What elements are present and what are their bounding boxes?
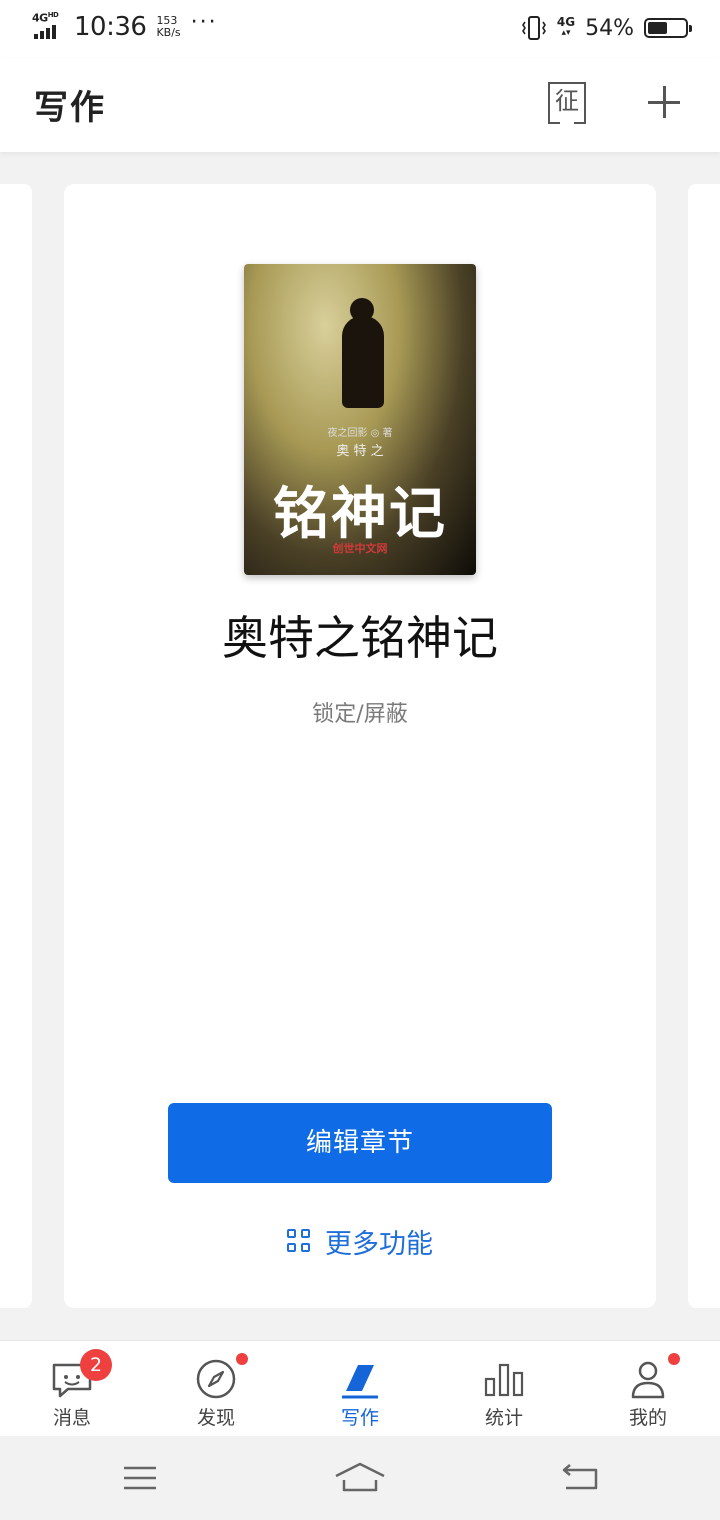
more-functions-label: 更多功能	[325, 1229, 433, 1260]
cover-series: 奥 特 之	[336, 444, 384, 459]
page-title: 写作	[34, 88, 106, 128]
home-icon[interactable]	[334, 1460, 386, 1494]
book-cover[interactable]: 夜之回影 ◎ 著 奥 特 之 铭神记 创世中文网	[244, 264, 476, 575]
app-header: 写作 征	[0, 58, 720, 152]
cover-figure	[342, 298, 384, 408]
discover-dot	[236, 1353, 248, 1365]
cover-publisher: 创世中文网	[332, 542, 388, 555]
previous-book-card[interactable]	[0, 184, 32, 1308]
book-title: 奥特之铭神记	[222, 611, 498, 665]
back-icon[interactable]	[560, 1462, 600, 1492]
battery-icon	[644, 18, 692, 38]
more-functions-link[interactable]: 更多功能	[64, 1222, 656, 1261]
tab-messages[interactable]: 2 消息	[0, 1341, 144, 1437]
menu-icon[interactable]	[122, 1464, 158, 1492]
message-badge: 2	[80, 1349, 112, 1381]
tab-statistics-label: 统计	[484, 1407, 523, 1429]
network-speed: 153 KB/s	[156, 14, 181, 39]
tab-writing[interactable]: 写作	[288, 1341, 432, 1437]
next-book-card[interactable]	[688, 184, 720, 1308]
vibrate-icon	[521, 16, 546, 40]
signal-icon: 4GHD	[32, 11, 64, 41]
tab-messages-label: 消息	[52, 1407, 91, 1429]
clock: 10:36	[74, 12, 147, 42]
bottom-tab-bar: 2 消息 发现 写作 统计 我的	[0, 1340, 720, 1437]
add-icon[interactable]	[648, 86, 680, 118]
contest-icon[interactable]: 征	[548, 82, 586, 124]
mine-dot	[668, 1353, 680, 1365]
cover-title: 铭神记	[273, 481, 447, 547]
tab-mine-label: 我的	[628, 1407, 667, 1429]
compass-icon	[196, 1359, 236, 1399]
tab-mine[interactable]: 我的	[576, 1341, 720, 1437]
cover-author: 夜之回影 ◎ 著	[327, 428, 393, 439]
tab-writing-label: 写作	[340, 1407, 379, 1429]
tab-discover[interactable]: 发现	[144, 1341, 288, 1437]
bar-chart-icon	[484, 1363, 524, 1397]
mobile-data-icon: 4G ▴▾	[556, 15, 576, 38]
battery-percent: 54%	[585, 15, 634, 41]
book-status: 锁定/屏蔽	[312, 702, 408, 727]
grid-icon	[287, 1228, 313, 1255]
more-notifications-icon: ···	[190, 10, 218, 35]
status-bar: 4GHD 10:36 153 KB/s ··· 4G ▴▾ 54%	[0, 0, 720, 58]
tab-statistics[interactable]: 统计	[432, 1341, 576, 1437]
person-icon	[631, 1361, 665, 1399]
system-nav-bar	[0, 1436, 720, 1520]
pen-icon	[342, 1365, 378, 1399]
edit-chapter-button[interactable]: 编辑章节	[168, 1103, 552, 1183]
book-card: 夜之回影 ◎ 著 奥 特 之 铭神记 创世中文网 奥特之铭神记 锁定/屏蔽 编辑…	[64, 184, 656, 1308]
tab-discover-label: 发现	[196, 1407, 235, 1429]
